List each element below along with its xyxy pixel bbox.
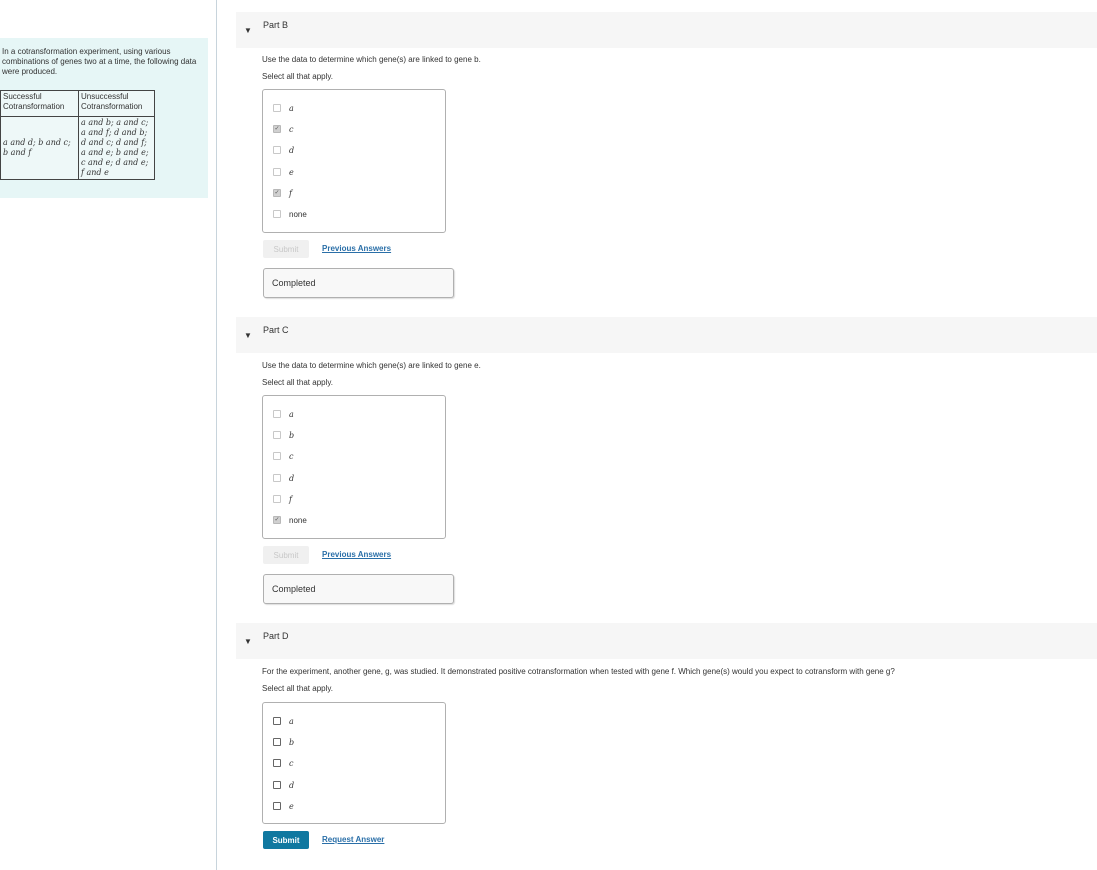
checkbox[interactable] (273, 104, 281, 112)
option-label: none (289, 209, 307, 219)
option-label: a (289, 103, 294, 113)
option-row[interactable]: none (273, 208, 307, 220)
successful-cell: a and d; b and c; b and f (0, 116, 79, 180)
checkbox-checked[interactable]: ✓ (273, 189, 281, 197)
part-d-instruction: Select all that apply. (262, 684, 334, 693)
option-label: c (289, 451, 294, 461)
part-b-instruction: Select all that apply. (262, 72, 334, 81)
completed-label: Completed (272, 584, 316, 594)
completed-status-box: Completed (263, 574, 454, 604)
submit-button[interactable]: Submit (263, 831, 309, 849)
problem-context-panel: In a cotransformation experiment, using … (0, 38, 208, 198)
option-label: f (289, 188, 292, 198)
submit-button[interactable]: Submit (263, 546, 309, 564)
option-row[interactable]: d (273, 472, 294, 484)
unsuccessful-line: c and e; d and e; (81, 158, 149, 167)
part-b-question: Use the data to determine which gene(s) … (262, 55, 481, 64)
checkbox-checked[interactable]: ✓ (273, 125, 281, 133)
request-answer-link[interactable]: Request Answer (322, 835, 384, 844)
option-label: b (289, 737, 295, 747)
part-c-options: a b c d f ✓ none (262, 395, 446, 539)
option-label: d (289, 473, 295, 483)
successful-line: a and d; b and c; (3, 138, 71, 147)
part-c-instruction: Select all that apply. (262, 378, 334, 387)
option-label: e (289, 167, 294, 177)
option-row[interactable]: a (273, 408, 294, 420)
part-b-title: Part B (263, 20, 289, 30)
completed-label: Completed (272, 278, 316, 288)
option-label: a (289, 409, 294, 419)
checkbox[interactable] (273, 759, 281, 767)
unsuccessful-line: f and e (81, 168, 109, 177)
part-b-options: a ✓ c d e ✓ f none (262, 89, 446, 233)
option-row[interactable]: f (273, 493, 292, 505)
unsuccessful-line: d and c; d and f; (81, 138, 147, 147)
checkbox[interactable] (273, 168, 281, 176)
completed-status-box: Completed (263, 268, 454, 298)
checkbox[interactable] (273, 146, 281, 154)
option-row[interactable]: ✓ none (273, 514, 307, 526)
checkbox[interactable] (273, 495, 281, 503)
option-row[interactable]: e (273, 800, 294, 812)
column-divider (216, 0, 217, 870)
cotransformation-table: Successful Cotransformation Unsuccessful… (0, 90, 155, 180)
collapse-triangle-icon[interactable]: ▼ (244, 637, 252, 646)
option-label: c (289, 758, 294, 768)
option-row[interactable]: c (273, 450, 293, 462)
option-row[interactable]: b (273, 736, 294, 748)
header-unsuccessful: Unsuccessful Cotransformation (78, 90, 155, 117)
option-row[interactable]: c (273, 757, 293, 769)
option-label: b (289, 430, 295, 440)
unsuccessful-line: a and b; a and c; (81, 118, 149, 127)
option-row[interactable]: b (273, 429, 294, 441)
checkbox[interactable] (273, 802, 281, 810)
previous-answers-link[interactable]: Previous Answers (322, 244, 391, 253)
option-row[interactable]: a (273, 102, 294, 114)
option-label: d (289, 780, 295, 790)
option-row[interactable]: e (273, 166, 294, 178)
part-d-options: a b c d e (262, 702, 446, 824)
checkbox-checked[interactable]: ✓ (273, 516, 281, 524)
header-successful: Successful Cotransformation (0, 90, 79, 117)
part-d-title: Part D (263, 631, 289, 641)
unsuccessful-cell: a and b; a and c; a and f; d and b; d an… (78, 116, 155, 180)
option-label: none (289, 515, 307, 525)
part-c-question: Use the data to determine which gene(s) … (262, 361, 481, 370)
part-d-header[interactable]: ▼ Part D (236, 623, 1097, 659)
successful-line: b and f (3, 148, 32, 157)
checkbox[interactable] (273, 717, 281, 725)
collapse-triangle-icon[interactable]: ▼ (244, 331, 252, 340)
unsuccessful-line: a and f; d and b; (81, 128, 148, 137)
collapse-triangle-icon[interactable]: ▼ (244, 26, 252, 35)
part-d-question: For the experiment, another gene, g, was… (262, 667, 895, 676)
part-c-title: Part C (263, 325, 289, 335)
option-label: e (289, 801, 294, 811)
option-row[interactable]: a (273, 715, 294, 727)
option-label: c (289, 124, 294, 134)
option-label: a (289, 716, 294, 726)
option-label: f (289, 494, 292, 504)
unsuccessful-line: a and e; b and e; (81, 148, 149, 157)
checkbox[interactable] (273, 431, 281, 439)
checkbox[interactable] (273, 410, 281, 418)
part-b-header[interactable]: ▼ Part B (236, 12, 1097, 48)
checkbox[interactable] (273, 781, 281, 789)
option-label: d (289, 145, 295, 155)
checkbox[interactable] (273, 738, 281, 746)
checkbox[interactable] (273, 452, 281, 460)
option-row[interactable]: ✓ f (273, 187, 292, 199)
intro-text: In a cotransformation experiment, using … (2, 47, 197, 76)
submit-button[interactable]: Submit (263, 240, 309, 258)
option-row[interactable]: d (273, 779, 294, 791)
checkbox[interactable] (273, 474, 281, 482)
option-row[interactable]: ✓ c (273, 123, 293, 135)
part-c-header[interactable]: ▼ Part C (236, 317, 1097, 353)
option-row[interactable]: d (273, 144, 294, 156)
checkbox[interactable] (273, 210, 281, 218)
previous-answers-link[interactable]: Previous Answers (322, 550, 391, 559)
